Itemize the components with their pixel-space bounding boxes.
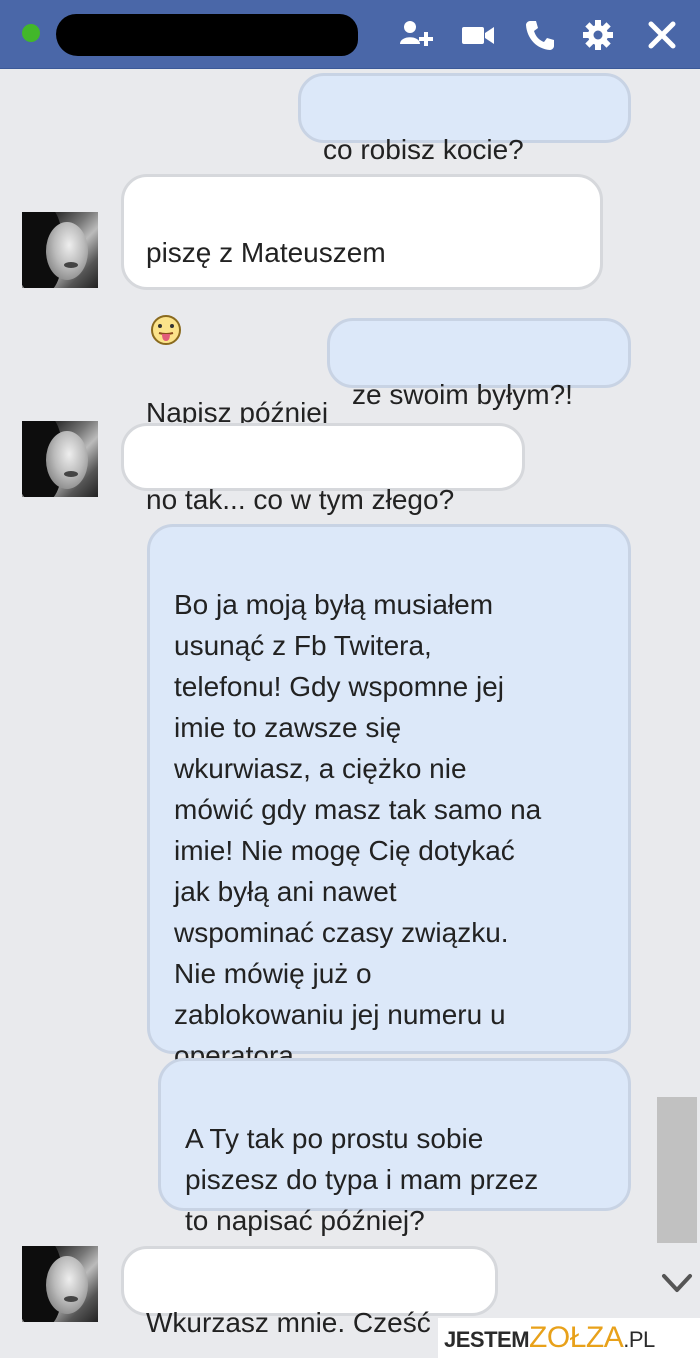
message-bubble-sent: Bo ja moją byłą musiałem usunąć z Fb Twi…: [147, 524, 631, 1071]
message-bubble-sent: A Ty tak po prostu sobie piszesz do typa…: [158, 1058, 631, 1236]
video-call-icon[interactable]: [460, 18, 496, 52]
contact-avatar[interactable]: [22, 421, 98, 497]
message-text: co robisz kocie?: [323, 134, 524, 165]
message-bubble-received: no tak... co w tym złego?: [121, 423, 525, 515]
message-bubble-received: piszę z Mateuszem Napisz później: [121, 174, 603, 428]
message-text: no tak... co w tym złego?: [146, 484, 455, 515]
phone-icon[interactable]: [522, 18, 558, 52]
contact-avatar[interactable]: [22, 212, 98, 288]
add-friend-icon[interactable]: [398, 18, 434, 52]
message-text: A Ty tak po prostu sobie piszesz do typa…: [185, 1123, 539, 1236]
online-status-icon: [22, 24, 40, 42]
message-text: piszę z Mateuszem: [146, 237, 386, 268]
message-text: Wkurzasz mnie. Cześć: [146, 1307, 431, 1338]
gear-icon[interactable]: [580, 18, 616, 52]
message-text: ze swoim byłym?!: [352, 379, 573, 410]
scrollbar-thumb[interactable]: [657, 1097, 697, 1243]
message-bubble-sent: co robisz kocie?: [298, 73, 631, 242]
site-watermark-logo: JESTEMZOŁZA.PL: [438, 1318, 700, 1358]
redacted-contact-name[interactable]: [56, 14, 358, 56]
message-bubble-sent: ze swoim byłym?!: [327, 318, 631, 410]
tongue-out-face-icon: [150, 273, 182, 345]
close-icon[interactable]: [644, 18, 680, 52]
message-text: Bo ja moją byłą musiałem usunąć z Fb Twi…: [174, 589, 542, 1071]
contact-avatar[interactable]: [22, 1246, 98, 1322]
chevron-down-icon[interactable]: [660, 1268, 694, 1298]
chat-header: [0, 0, 700, 69]
message-bubble-received: Wkurzasz mnie. Cześć: [121, 1246, 498, 1338]
